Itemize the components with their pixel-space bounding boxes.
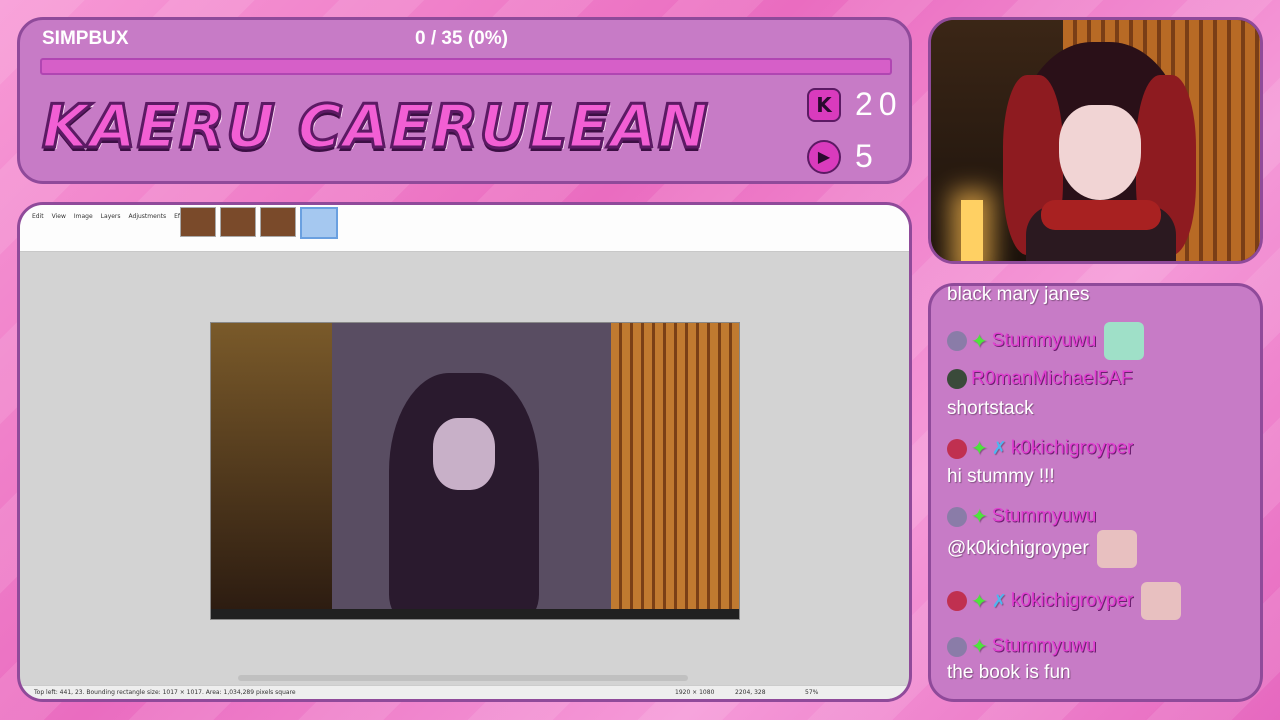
user-avatar-badge [947,636,967,657]
chat-username-line: R0manMichael5AF [947,368,1133,390]
chat-message-text: hi stummy !!! [947,466,1055,487]
paint-app-toolbar: Edit View Image Layers Adjustments Effec… [20,205,909,252]
canvas-character-face [433,418,495,490]
progress-text: 0 / 35 (0%) [415,28,508,49]
user-avatar-badge [947,438,967,459]
menu-adjustments[interactable]: Adjustments [129,213,167,220]
user-avatar-badge [947,368,967,389]
menu-image[interactable]: Image [74,213,93,220]
chat-username[interactable]: Stummyuwu [992,506,1097,527]
image-size: 1920 × 1080 [675,689,715,696]
kick-stat: K 20 [807,86,903,123]
chat-username[interactable]: k0kichigroyper [1011,438,1134,459]
sparkle-badge-icon: ✦ [971,590,988,613]
chat-username-line: ✦ Stummyuwu [947,322,1145,360]
simpbux-label: SIMPBUX [42,28,129,49]
image-tab-active[interactable] [300,207,338,239]
kick-count: 20 [855,86,903,122]
chat-username[interactable]: Stummyuwu [992,636,1097,657]
camera-panel [928,17,1263,264]
canvas-character [389,373,539,619]
canvas-wood-wall [611,323,739,619]
kick-icon: K [807,87,841,122]
zoom-level[interactable]: 57% [805,686,818,699]
play-icon: ▶ [807,139,841,174]
avatar-face [1059,105,1141,200]
sparkle-badge-icon: ✦ [971,330,988,353]
chat-username-line: ✦ ✗ k0kichigroyper [947,582,1182,620]
sparkle-badge-icon: ✦ [971,506,988,528]
user-avatar-badge [947,591,967,611]
sparkle-badge-icon: ✦ [971,438,988,460]
chat-username-line: ✦ Stummyuwu [947,634,1096,659]
canvas-image[interactable] [210,322,740,620]
image-tab[interactable] [260,207,296,237]
chat-username[interactable]: R0manMichael5AF [971,368,1133,389]
kiss-emote-icon [1141,582,1182,620]
image-tab[interactable] [180,207,216,237]
menu-bar: Edit View Image Layers Adjustments Effec… [32,213,195,220]
menu-view[interactable]: View [52,213,66,220]
user-avatar-badge [947,331,967,351]
horizontal-scrollbar[interactable] [238,675,688,681]
chat-message-text: the book is fun [947,662,1071,683]
chat-username-line: ✦ ✗ k0kichigroyper [947,436,1133,461]
sword-badge-icon: ✗ [991,590,1007,611]
screen-capture-panel: Edit View Image Layers Adjustments Effec… [17,202,912,702]
menu-layers[interactable]: Layers [101,213,121,220]
play-count: 5 [855,138,879,174]
header-panel: SIMPBUX 0 / 35 (0%) KAERU CAERULEAN K 20… [17,17,912,184]
kiss-emote-icon [1096,530,1137,568]
avatar-scarf [1041,200,1161,230]
status-bar: Top left: 441, 23. Bounding rectangle si… [20,685,909,699]
chat-message-text: @k0kichigroyper [947,538,1089,560]
play-stat: ▶ 5 [807,138,879,175]
image-tabs [180,207,338,239]
sparkle-badge-icon: ✦ [971,636,988,658]
camera-lamp [961,200,983,261]
user-avatar-badge [947,506,967,527]
chat-username[interactable]: k0kichigroyper [1011,590,1134,611]
canvas-taskbar [211,609,739,619]
simpbux-progress-bar [40,58,892,75]
cursor-position: 2204, 328 [735,689,766,696]
chat-panel: black mary janes ✦ Stummyuwu R0manMichael… [928,283,1263,702]
chat-username-line: ✦ Stummyuwu [947,504,1096,529]
chat-message-text: black mary janes [947,284,1090,305]
chat-message-text: shortstack [947,398,1034,419]
status-text: Top left: 441, 23. Bounding rectangle si… [34,689,296,696]
chat-message-line: @k0kichigroyper [947,530,1137,568]
image-tab[interactable] [220,207,256,237]
sword-badge-icon: ✗ [991,438,1007,458]
menu-edit[interactable]: Edit [32,213,44,220]
streamer-name: KAERU CAERULEAN [41,91,710,164]
chat-username[interactable]: Stummyuwu [992,330,1097,351]
canvas-room-left [211,323,332,619]
frog-emote-icon [1104,322,1145,360]
